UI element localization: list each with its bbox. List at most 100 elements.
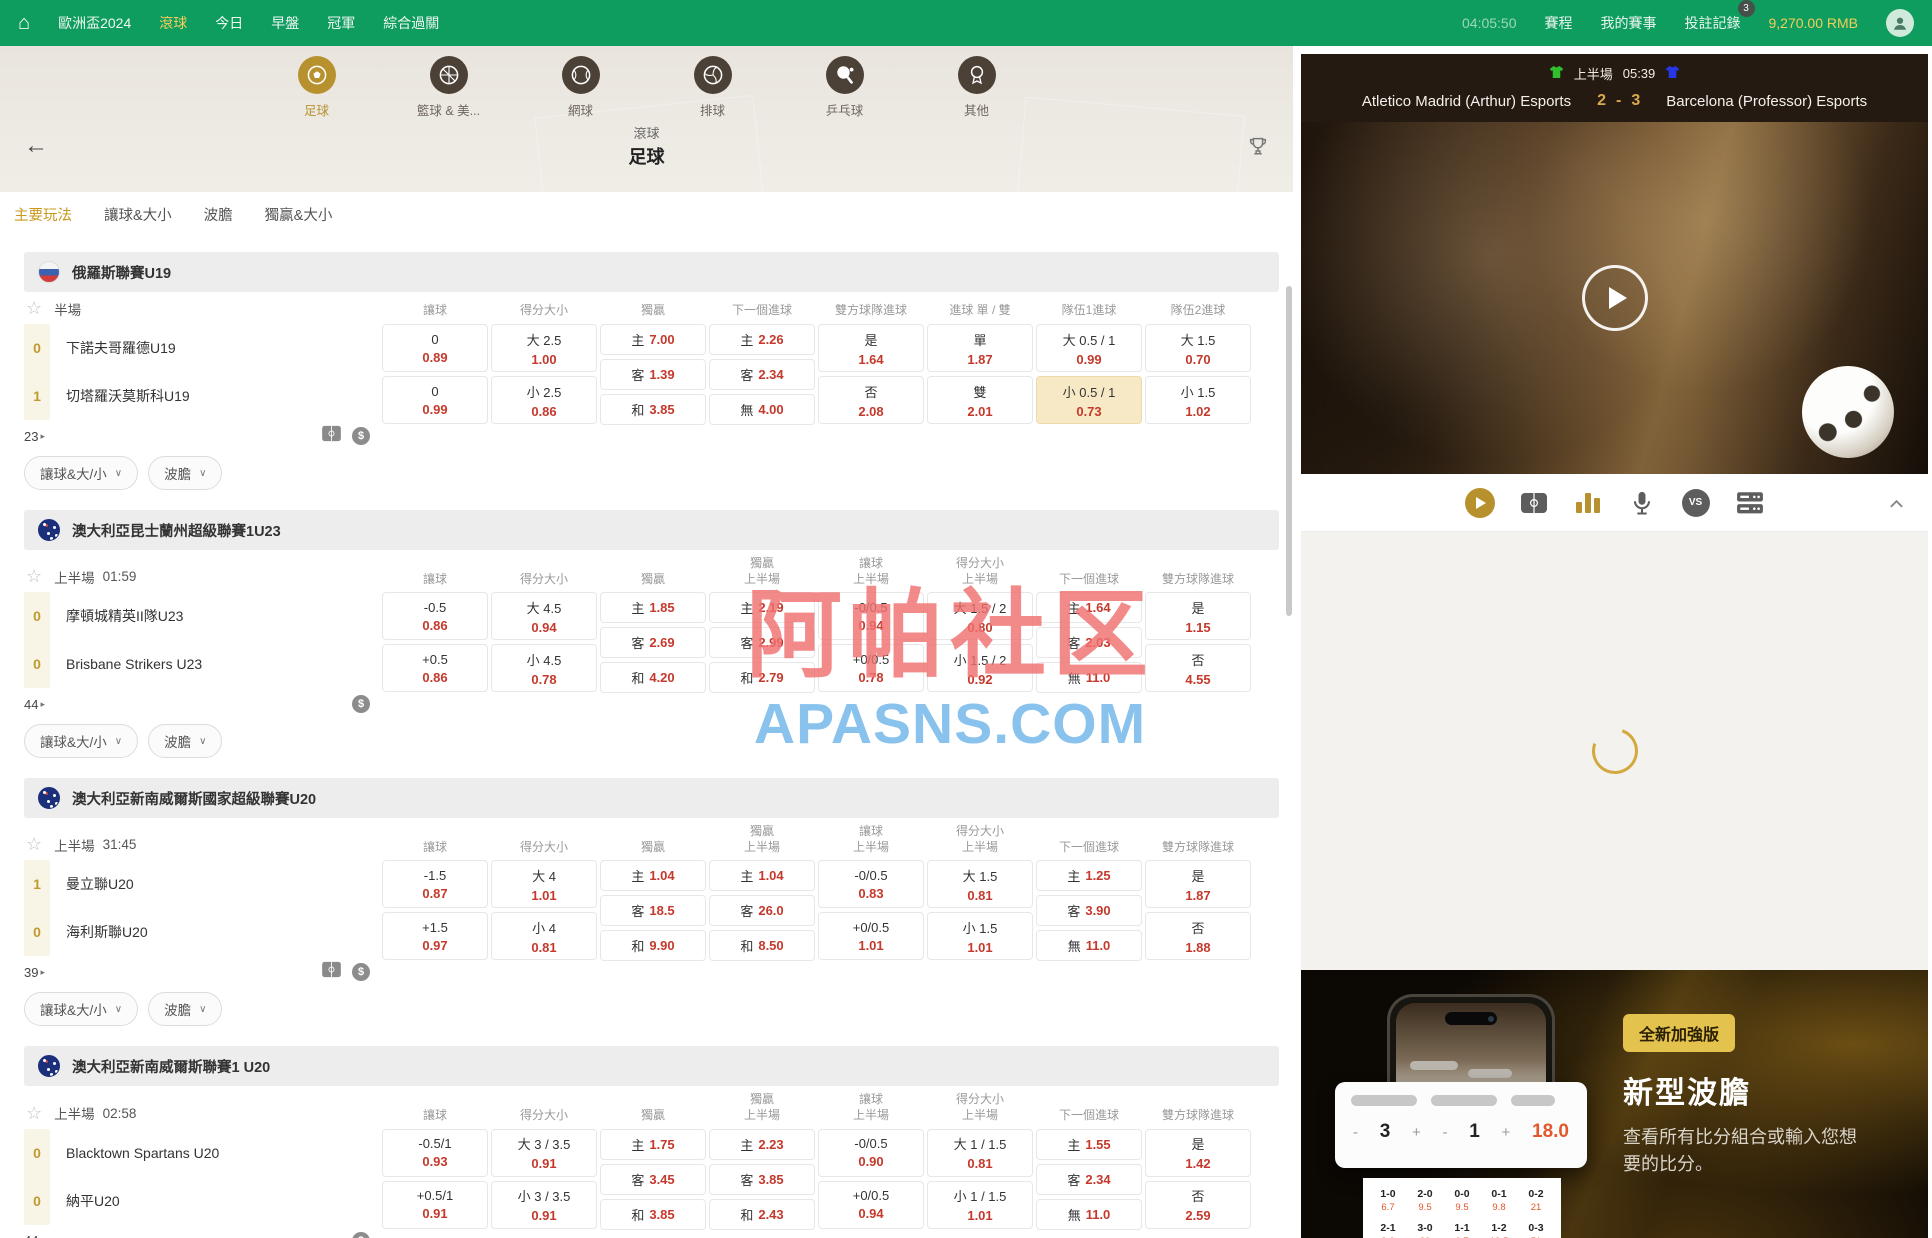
favorite-star-icon[interactable]: ☆ — [26, 1103, 42, 1124]
match-minute[interactable]: 44▸ — [24, 697, 45, 712]
odds-cell[interactable]: 0 0.89 — [382, 324, 488, 372]
odds-cell[interactable]: +0/0.5 0.94 — [818, 1180, 924, 1229]
odds-cell[interactable]: 小 4.5 0.78 — [491, 644, 597, 693]
odds-cell[interactable]: 否 2.08 — [818, 376, 924, 424]
odds-cell[interactable]: 主 2.23 — [709, 1128, 815, 1160]
odds-cell[interactable]: 無 11.0 — [1036, 1198, 1142, 1230]
odds-cell[interactable]: 和 4.20 — [600, 662, 706, 694]
market-dropdown[interactable]: 讓球&大/小 ∨ — [24, 456, 139, 490]
video-play-button[interactable] — [1581, 265, 1648, 331]
account-balance[interactable]: 9,270.00 RMB — [1769, 15, 1859, 31]
odds-cell[interactable]: 否 2.59 — [1145, 1180, 1251, 1229]
odds-cell[interactable]: 大 4.5 0.94 — [491, 592, 597, 641]
nav-link-2[interactable]: 投註記錄 3 — [1685, 0, 1755, 33]
market-tab-0[interactable]: 主要玩法 — [14, 204, 72, 225]
pitch-tracker-icon[interactable] — [321, 961, 342, 983]
league-header[interactable]: 澳大利亞新南威爾斯聯賽1 U20 — [24, 1046, 1279, 1087]
odds-cell[interactable]: 無 4.00 — [709, 394, 815, 425]
home-icon[interactable]: ⌂ — [18, 12, 30, 35]
odds-cell[interactable]: +0/0.5 0.78 — [818, 644, 924, 693]
odds-cell[interactable]: 無 11.0 — [1036, 930, 1142, 962]
odds-cell[interactable]: 主 1.04 — [709, 860, 815, 892]
odds-cell[interactable]: 是 1.87 — [1145, 860, 1251, 909]
odds-cell[interactable]: -0/0.5 0.94 — [818, 592, 924, 641]
market-dropdown[interactable]: 讓球&大/小 ∨ — [24, 992, 139, 1027]
back-button[interactable]: ← — [24, 132, 70, 160]
odds-cell[interactable]: 客 3.90 — [1036, 895, 1142, 927]
odds-cell[interactable]: 小 0.5 / 1 0.73 — [1036, 376, 1142, 424]
odds-cell[interactable]: 主 2.26 — [709, 324, 815, 355]
sport-tab-table-tennis[interactable]: 乒乓球 — [802, 56, 888, 119]
user-avatar[interactable] — [1886, 9, 1914, 37]
nav-item-4[interactable]: 冠軍 — [327, 13, 355, 33]
team-name[interactable]: 下諾夫哥羅德U19 — [66, 324, 190, 372]
league-header[interactable]: 澳大利亞新南威爾斯國家超級聯賽U20 — [24, 778, 1279, 819]
team-name[interactable]: 海利斯聯U20 — [66, 908, 148, 956]
odds-cell[interactable]: 和 8.50 — [709, 930, 815, 962]
odds-cell[interactable]: 無 11.0 — [1036, 662, 1142, 694]
market-dropdown[interactable]: 波膽 ∨ — [148, 456, 223, 490]
odds-cell[interactable]: -0.5/1 0.93 — [382, 1128, 488, 1177]
odds-cell[interactable]: +0.5/1 0.91 — [382, 1180, 488, 1229]
nav-link-1[interactable]: 我的賽事 — [1601, 13, 1657, 33]
cashout-icon[interactable]: $ — [352, 427, 370, 445]
match-minute[interactable]: 23 ▸ — [24, 429, 45, 444]
odds-cell[interactable]: 單 1.87 — [927, 324, 1033, 372]
odds-cell[interactable]: 主 1.25 — [1036, 860, 1142, 892]
match-minute[interactable]: 44▸ — [24, 1233, 45, 1238]
collapse-panel-icon[interactable] — [1889, 496, 1904, 514]
team-name[interactable]: 摩頓城精英II隊U23 — [66, 592, 202, 640]
odds-cell[interactable]: -1.5 0.87 — [382, 860, 488, 909]
odds-cell[interactable]: 客 2.03 — [1036, 627, 1142, 659]
away-plus-button[interactable]: + — [1502, 1124, 1511, 1141]
stats-chart-icon[interactable] — [1572, 487, 1604, 519]
favorite-star-icon[interactable]: ☆ — [26, 834, 42, 855]
odds-cell[interactable]: 小 1.5 1.02 — [1145, 376, 1251, 424]
market-dropdown[interactable]: 波膽 ∨ — [148, 992, 223, 1027]
odds-cell[interactable]: 大 2.5 1.00 — [491, 324, 597, 372]
stream-play-icon[interactable] — [1464, 487, 1496, 519]
odds-cell[interactable]: 否 4.55 — [1145, 644, 1251, 693]
odds-cell[interactable]: 是 1.64 — [818, 324, 924, 372]
odds-cell[interactable]: 客 1.39 — [600, 359, 706, 390]
odds-cell[interactable]: 雙 2.01 — [927, 376, 1033, 424]
odds-cell[interactable]: 主 1.64 — [1036, 592, 1142, 624]
promo-banner[interactable]: - 3 + - 1 + 18.0 1-0 6.7 2-0 9.5 0-0 9.5 0-1 9.… — [1301, 970, 1928, 1238]
odds-cell[interactable]: 和 9.90 — [600, 930, 706, 962]
odds-cell[interactable]: 否 1.88 — [1145, 912, 1251, 961]
cashout-icon[interactable]: $ — [352, 963, 370, 982]
sport-tab-soccer[interactable]: 足球 — [274, 56, 360, 119]
odds-cell[interactable]: 是 1.42 — [1145, 1128, 1251, 1177]
market-tab-3[interactable]: 獨贏&大小 — [265, 204, 333, 225]
sport-tab-basketball[interactable]: 籃球 & 美... — [406, 56, 492, 119]
live-video[interactable] — [1301, 122, 1928, 474]
odds-cell[interactable]: 和 3.85 — [600, 394, 706, 425]
team-name[interactable]: 納平U20 — [66, 1177, 219, 1225]
pitch-tracker-icon[interactable] — [321, 425, 342, 447]
odds-cell[interactable]: 客 2.69 — [600, 627, 706, 659]
pitch-view-icon[interactable] — [1518, 487, 1550, 519]
odds-cell[interactable]: 大 1.5 0.70 — [1145, 324, 1251, 372]
nav-link-0[interactable]: 賽程 — [1545, 13, 1573, 33]
cashout-icon[interactable]: $ — [352, 1231, 370, 1238]
odds-cell[interactable]: -0/0.5 0.83 — [818, 860, 924, 909]
odds-cell[interactable]: 小 4 0.81 — [491, 912, 597, 961]
odds-cell[interactable]: +1.5 0.97 — [382, 912, 488, 961]
odds-cell[interactable]: 大 0.5 / 1 0.99 — [1036, 324, 1142, 372]
odds-cell[interactable]: 小 1.5 / 2 0.92 — [927, 644, 1033, 693]
odds-cell[interactable]: 主 1.04 — [600, 860, 706, 892]
odds-cell[interactable]: -0.5 0.86 — [382, 592, 488, 641]
team-name[interactable]: 切塔羅沃莫斯科U19 — [66, 372, 190, 420]
odds-cell[interactable]: +0.5 0.86 — [382, 644, 488, 693]
odds-cell[interactable]: 是 1.15 — [1145, 592, 1251, 641]
team-name[interactable]: Blacktown Spartans U20 — [66, 1129, 219, 1177]
sport-tab-tennis[interactable]: 網球 — [538, 56, 624, 119]
nav-item-3[interactable]: 早盤 — [271, 13, 299, 33]
odds-cell[interactable]: 主 1.75 — [600, 1128, 706, 1160]
odds-cell[interactable]: 客 18.5 — [600, 895, 706, 927]
trophy-icon[interactable] — [1223, 135, 1269, 157]
odds-cell[interactable]: 大 1 / 1.5 0.81 — [927, 1128, 1033, 1177]
odds-cell[interactable]: 大 1.5 0.81 — [927, 860, 1033, 909]
nav-item-5[interactable]: 綜合過關 — [383, 13, 439, 33]
market-dropdown[interactable]: 讓球&大/小 ∨ — [24, 724, 139, 759]
